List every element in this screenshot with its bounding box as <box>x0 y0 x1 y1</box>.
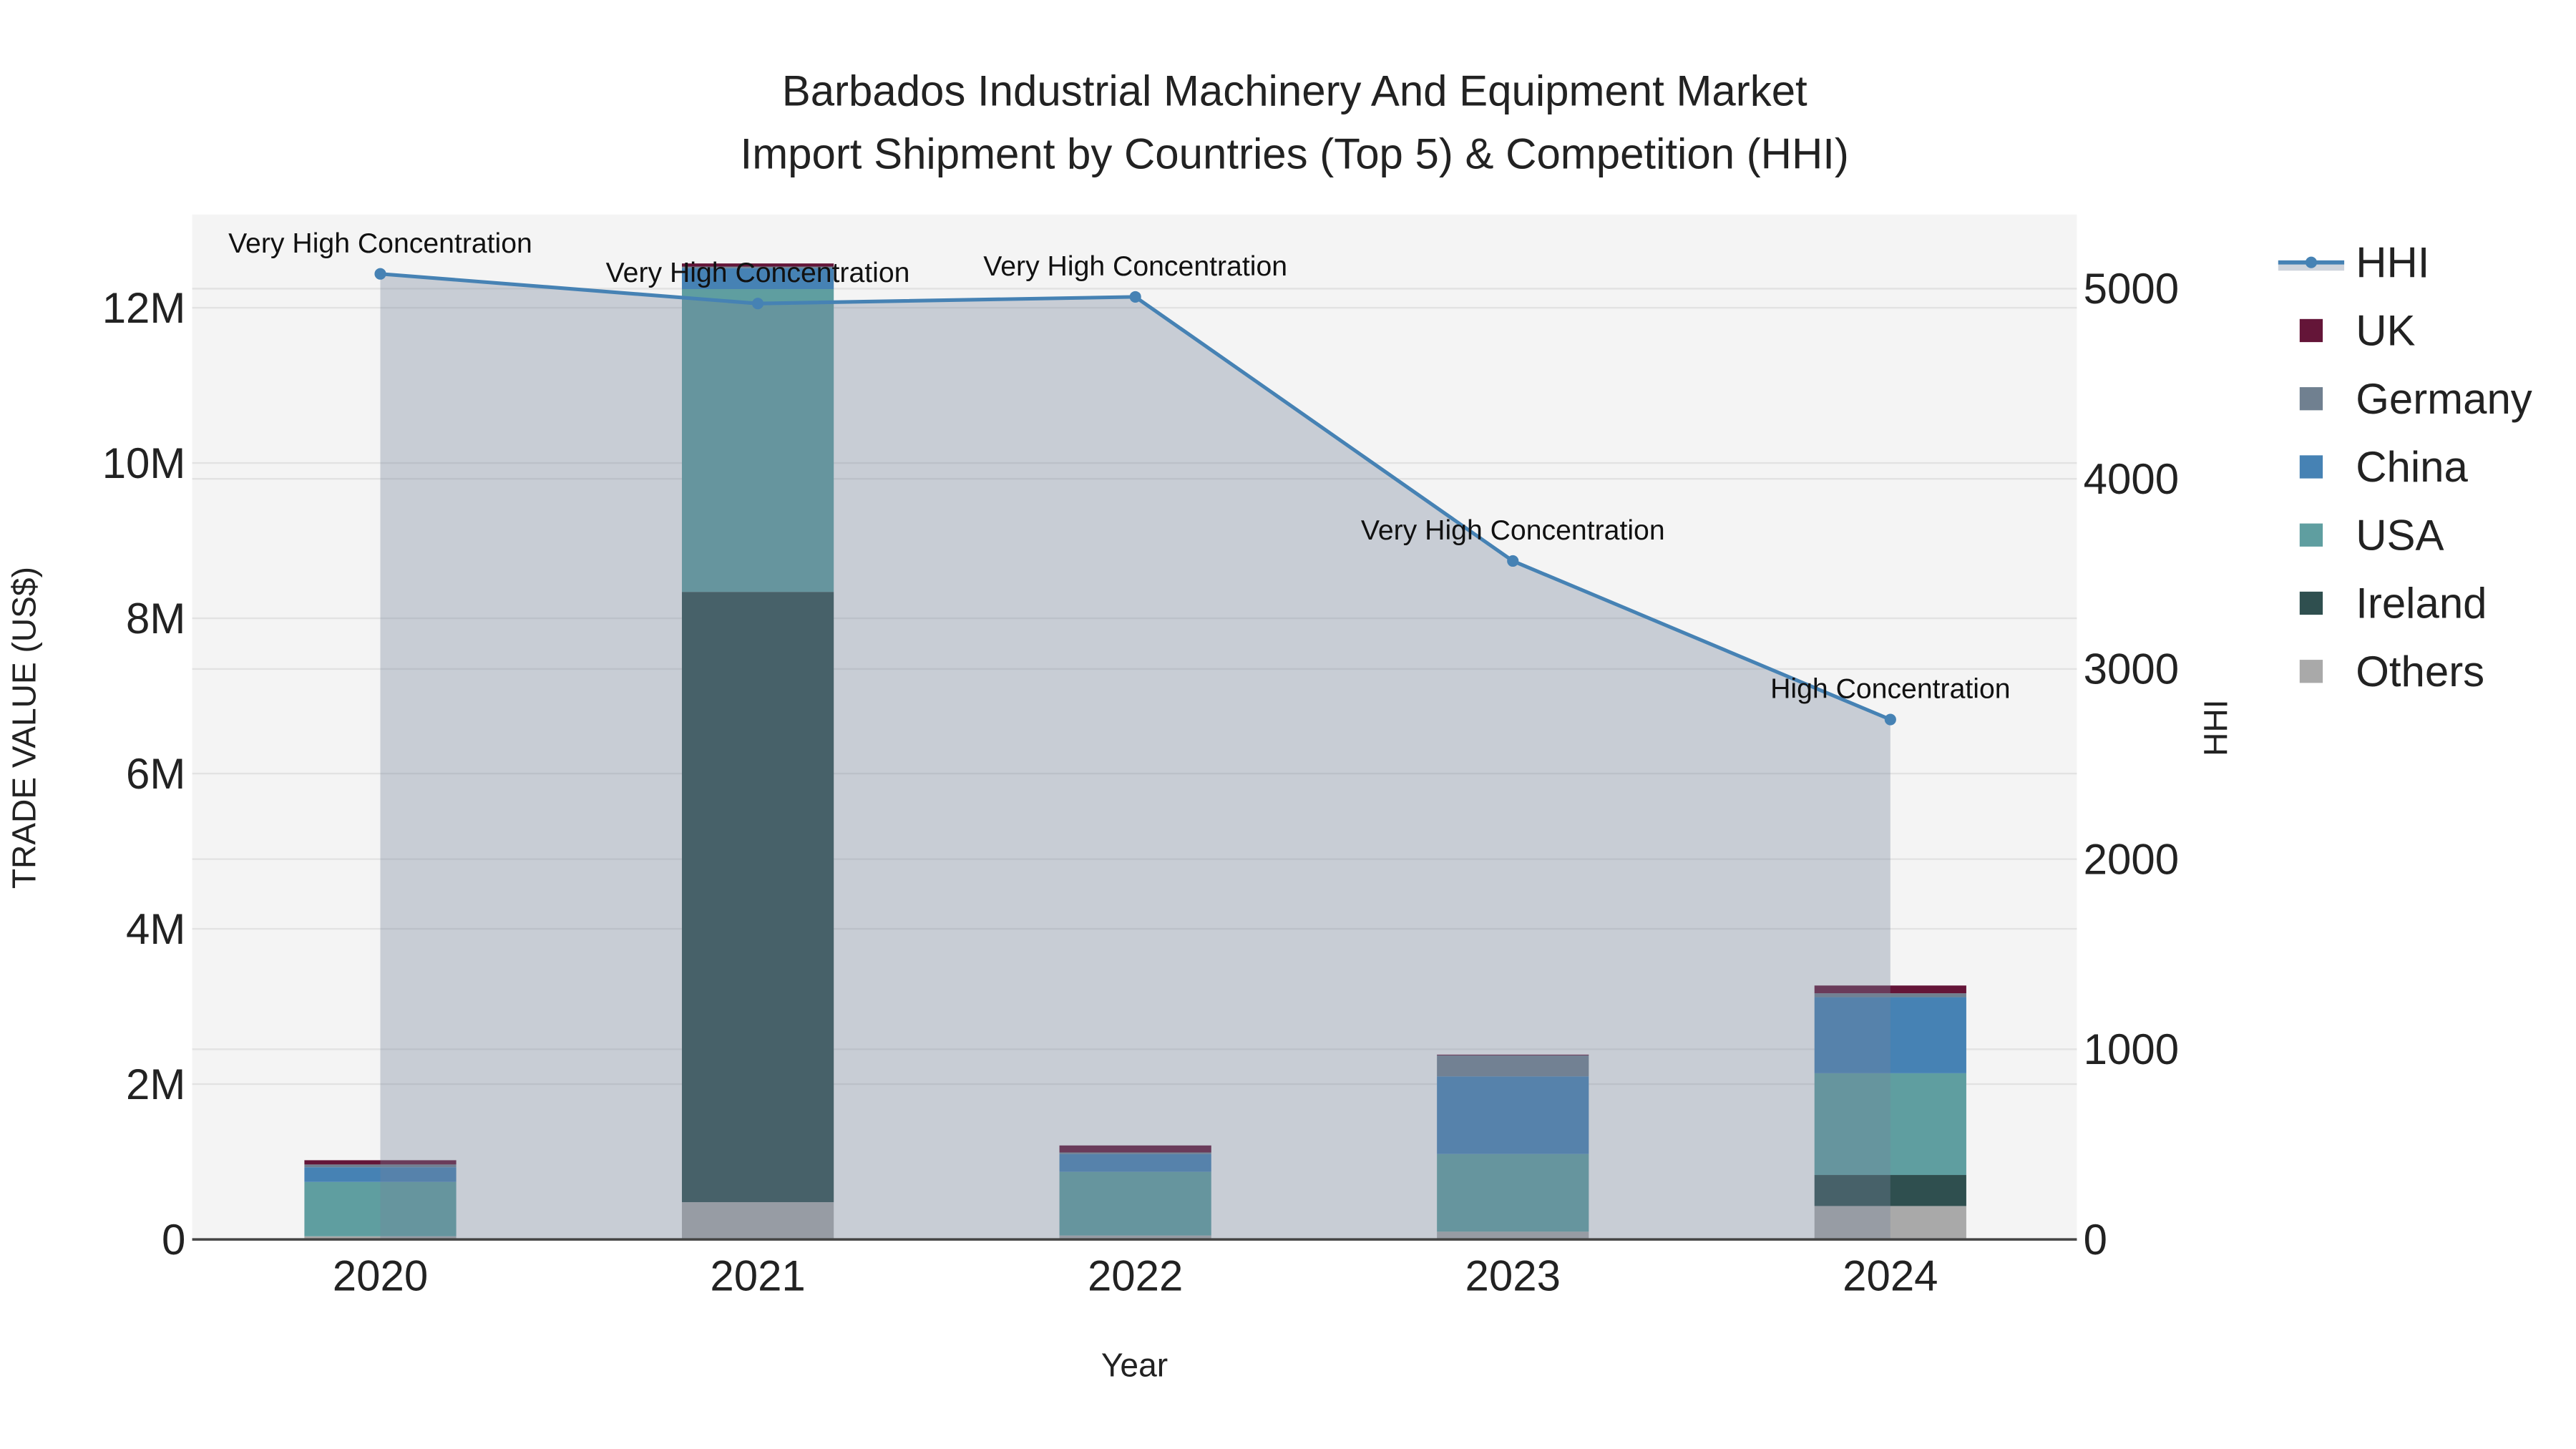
legend-label-hhi: HHI <box>2356 238 2429 286</box>
y-tick-label: 4M <box>126 905 185 953</box>
legend-swatch-others <box>2299 660 2323 683</box>
y2-tick-label: 0 <box>2084 1216 2107 1264</box>
hhi-annotation-2020: Very High Concentration <box>228 228 532 259</box>
legend-label-germany: Germany <box>2356 375 2532 423</box>
hhi-annotation-2021: Very High Concentration <box>606 258 910 288</box>
y2-tick-label: 1000 <box>2084 1025 2179 1073</box>
hhi-annotation-2024: High Concentration <box>1770 674 2010 705</box>
y2-tick-label: 5000 <box>2084 265 2179 313</box>
legend-label-usa: USA <box>2356 511 2444 559</box>
legend-label-ireland: Ireland <box>2356 580 2487 628</box>
hhi-point-2023 <box>1507 555 1519 567</box>
legend-swatch-germany <box>2299 387 2323 411</box>
hhi-annotation-2023: Very High Concentration <box>1361 515 1665 546</box>
y2-tick-label: 3000 <box>2084 645 2179 693</box>
x-tick-label: 2021 <box>710 1252 805 1300</box>
y-tick-label: 6M <box>126 750 185 798</box>
y-tick-label: 0 <box>162 1216 185 1264</box>
legend-swatch-china <box>2299 455 2323 479</box>
x-axis-label: Year <box>1101 1347 1168 1384</box>
hhi-point-2024 <box>1884 713 1896 726</box>
y-tick-label: 2M <box>126 1060 185 1108</box>
hhi-point-2022 <box>1129 291 1141 303</box>
chart-title-line1: Barbados Industrial Machinery And Equipm… <box>782 67 1807 115</box>
y2-axis-label: HHI <box>2197 699 2234 756</box>
legend-swatch-ireland <box>2299 591 2323 615</box>
y2-tick-label: 2000 <box>2084 835 2179 883</box>
legend-swatch-uk <box>2299 318 2323 343</box>
y2-tick-label: 4000 <box>2084 455 2179 503</box>
y-axis-label: TRADE VALUE (US$) <box>5 567 42 889</box>
x-tick-label: 2024 <box>1843 1252 1938 1300</box>
x-tick-label: 2022 <box>1088 1252 1183 1300</box>
y-tick-label: 12M <box>102 284 186 332</box>
hhi-point-2021 <box>752 298 764 310</box>
legend-swatch-usa <box>2299 523 2323 547</box>
y-tick-label: 10M <box>102 439 186 487</box>
hhi-point-2020 <box>374 268 386 280</box>
x-tick-label: 2023 <box>1465 1252 1561 1300</box>
legend-label-china: China <box>2356 443 2468 491</box>
hhi-annotation-2022: Very High Concentration <box>983 251 1287 282</box>
x-tick-label: 2020 <box>333 1252 428 1300</box>
chart: Barbados Industrial Machinery And Equipm… <box>1 0 2575 1449</box>
legend-hhi-marker <box>2305 256 2318 268</box>
legend-label-others: Others <box>2356 648 2484 696</box>
legend-label-uk: UK <box>2356 307 2415 355</box>
y-tick-label: 8M <box>126 595 185 643</box>
chart-title-line2: Import Shipment by Countries (Top 5) & C… <box>741 130 1849 177</box>
